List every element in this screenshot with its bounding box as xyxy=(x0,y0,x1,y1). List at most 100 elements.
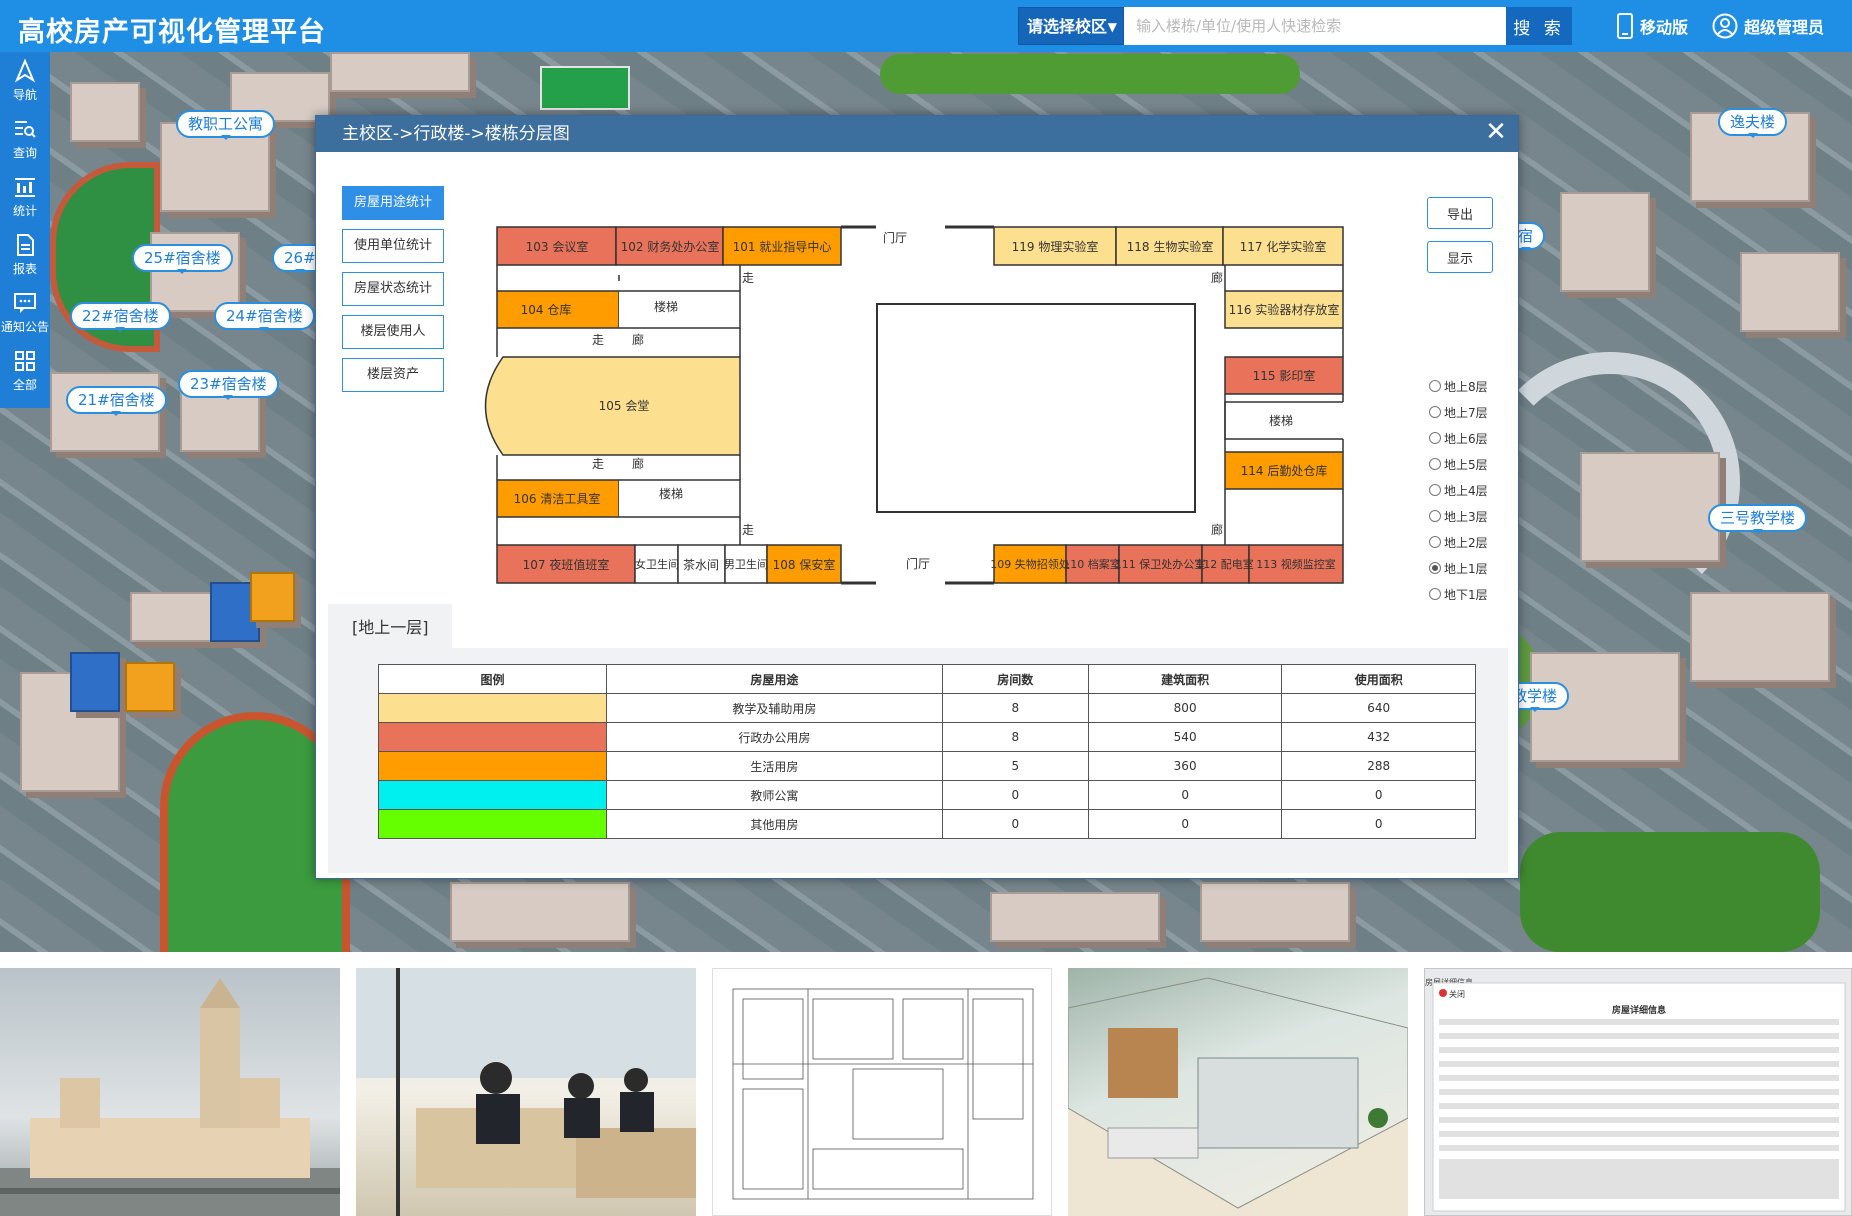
table-cell: 行政办公用房 xyxy=(606,722,943,752)
building[interactable] xyxy=(250,572,295,622)
floor-option-selected[interactable]: 地上1层 xyxy=(1429,555,1488,581)
radio-icon xyxy=(1429,380,1441,392)
campus-building-photo xyxy=(0,968,340,1216)
building[interactable] xyxy=(450,882,630,942)
user-avatar-icon xyxy=(1712,13,1738,39)
table-cell: 0 xyxy=(1087,809,1283,839)
room-label: 116 实验器材存放室 xyxy=(1229,302,1340,317)
table-cell: 其他用房 xyxy=(606,809,943,839)
top-bar: 高校房产可视化管理平台 请选择校区 ▼ 搜 索 移动版 超级管理员 xyxy=(0,0,1852,52)
building[interactable] xyxy=(70,652,120,712)
courtyard xyxy=(876,303,1196,513)
legend-swatch xyxy=(378,751,607,781)
user-menu[interactable]: 超级管理员 xyxy=(1712,12,1824,40)
tab-usage-stats[interactable]: 房屋用途统计 xyxy=(342,186,444,220)
floor-option[interactable]: 地上5层 xyxy=(1429,451,1488,477)
table-cell: 生活用房 xyxy=(606,751,943,781)
building[interactable] xyxy=(1200,882,1350,942)
table-cell: 800 xyxy=(1087,693,1283,723)
tab-status-stats[interactable]: 房屋状态统计 xyxy=(342,272,444,306)
room-label: 108 保安室 xyxy=(773,557,836,572)
map-label-building[interactable]: 23#宿舍楼 xyxy=(178,370,279,400)
floor-option[interactable]: 地上6层 xyxy=(1429,425,1488,451)
nav-item-notice[interactable]: 通知公告 xyxy=(0,284,50,342)
radio-icon xyxy=(1429,406,1441,418)
notice-icon xyxy=(14,293,36,313)
floor-option[interactable]: 地上2层 xyxy=(1429,529,1488,555)
table-header-row: 图例 房屋用途 房间数 建筑面积 使用面积 xyxy=(378,664,1476,694)
campus-select[interactable]: 请选择校区 ▼ xyxy=(1018,7,1124,45)
room-label: 118 生物实验室 xyxy=(1127,239,1214,254)
caret-down-icon: ▼ xyxy=(1107,20,1117,34)
tab-floor-users[interactable]: 楼层使用人 xyxy=(342,315,444,349)
column-header: 房间数 xyxy=(941,664,1089,694)
building[interactable] xyxy=(1580,452,1720,562)
floor-selector: 地上8层 地上7层 地上6层 地上5层 地上4层 地上3层 地上2层 地上1层 … xyxy=(1429,373,1488,607)
column-header: 建筑面积 xyxy=(1087,664,1283,694)
office-picture xyxy=(356,968,696,1216)
floor-option[interactable]: 地上8层 xyxy=(1429,373,1488,399)
nav-item-report[interactable]: 报表 xyxy=(0,226,50,284)
table-cell: 0 xyxy=(1281,780,1476,810)
map-label-building[interactable]: 教职工公寓 xyxy=(176,110,276,140)
corridor-label: 走 xyxy=(592,457,604,471)
building[interactable] xyxy=(1740,252,1840,332)
table-cell: 0 xyxy=(941,780,1089,810)
table-cell: 360 xyxy=(1087,751,1283,781)
room-label: 119 物理实验室 xyxy=(1012,239,1099,254)
export-button[interactable]: 导出 xyxy=(1427,197,1493,229)
floor-option[interactable]: 地上3层 xyxy=(1429,503,1488,529)
room-label: 106 清洁工具室 xyxy=(514,491,601,506)
map-label-building[interactable]: 逸夫楼 xyxy=(1718,108,1788,138)
navigation-icon xyxy=(14,59,36,83)
mobile-version-link[interactable]: 移动版 xyxy=(1616,13,1688,39)
building[interactable] xyxy=(70,82,140,142)
room-label: 107 夜班值班室 xyxy=(523,557,610,572)
table-cell: 5 xyxy=(941,751,1089,781)
tree-area xyxy=(880,54,1300,94)
map-label-building[interactable]: 25#宿舍楼 xyxy=(132,244,233,274)
floor-option[interactable]: 地上7层 xyxy=(1429,399,1488,425)
floor-option[interactable]: 地上4层 xyxy=(1429,477,1488,503)
room-label: 茶水间 xyxy=(683,557,719,572)
statistics-icon xyxy=(15,178,35,197)
tab-unit-stats[interactable]: 使用单位统计 xyxy=(342,229,444,263)
floor-plan: 103 会议室 102 财务处办公室 101 就业指导中心 门厅 119 物理实… xyxy=(484,225,1344,585)
legend-swatch xyxy=(378,780,607,810)
nav-item-all[interactable]: 全部 xyxy=(0,342,50,400)
radio-icon xyxy=(1429,536,1441,548)
nav-item-navigation[interactable]: 导航 xyxy=(0,52,50,110)
tab-floor-assets[interactable]: 楼层资产 xyxy=(342,358,444,392)
map-label-building[interactable]: 24#宿舍楼 xyxy=(214,302,315,332)
map-label-building[interactable]: 三号教学楼 xyxy=(1708,504,1808,534)
table-cell: 540 xyxy=(1087,722,1283,752)
building[interactable] xyxy=(330,52,470,92)
building[interactable] xyxy=(990,892,1160,942)
building[interactable] xyxy=(1690,592,1830,682)
nav-item-statistics[interactable]: 统计 xyxy=(0,168,50,226)
office-render-picture xyxy=(1068,977,1408,1216)
corridor-label: 廊 xyxy=(632,332,644,347)
dialog-body: 103 会议室 102 财务处办公室 101 就业指导中心 门厅 119 物理实… xyxy=(328,158,1508,873)
floor-tab[interactable]: [地上一层] xyxy=(328,600,452,648)
floor-plan-area: 103 会议室 102 财务处办公室 101 就业指导中心 门厅 119 物理实… xyxy=(328,158,1508,602)
column-header: 房屋用途 xyxy=(606,664,943,694)
search-button[interactable]: 搜 索 xyxy=(1506,7,1572,45)
map-label-building[interactable]: 22#宿舍楼 xyxy=(70,302,171,332)
table-row: 行政办公用房 8 540 432 xyxy=(378,722,1476,752)
building[interactable] xyxy=(125,662,175,712)
radio-checked-icon xyxy=(1429,562,1441,574)
building[interactable] xyxy=(1560,192,1650,292)
close-icon[interactable]: ✕ xyxy=(1484,119,1508,145)
display-button[interactable]: 显示 xyxy=(1427,241,1493,273)
search-input[interactable] xyxy=(1124,7,1506,45)
office-people-photo xyxy=(356,968,696,1216)
nav-item-label: 全部 xyxy=(12,378,37,392)
room-label: 102 财务处办公室 xyxy=(621,239,720,254)
table-cell: 640 xyxy=(1281,693,1476,723)
column-header: 使用面积 xyxy=(1281,664,1476,694)
nav-item-label: 统计 xyxy=(12,204,37,218)
nav-item-query[interactable]: 查询 xyxy=(0,110,50,168)
map-label-building[interactable]: 21#宿舍楼 xyxy=(66,386,167,416)
building[interactable] xyxy=(130,592,220,642)
